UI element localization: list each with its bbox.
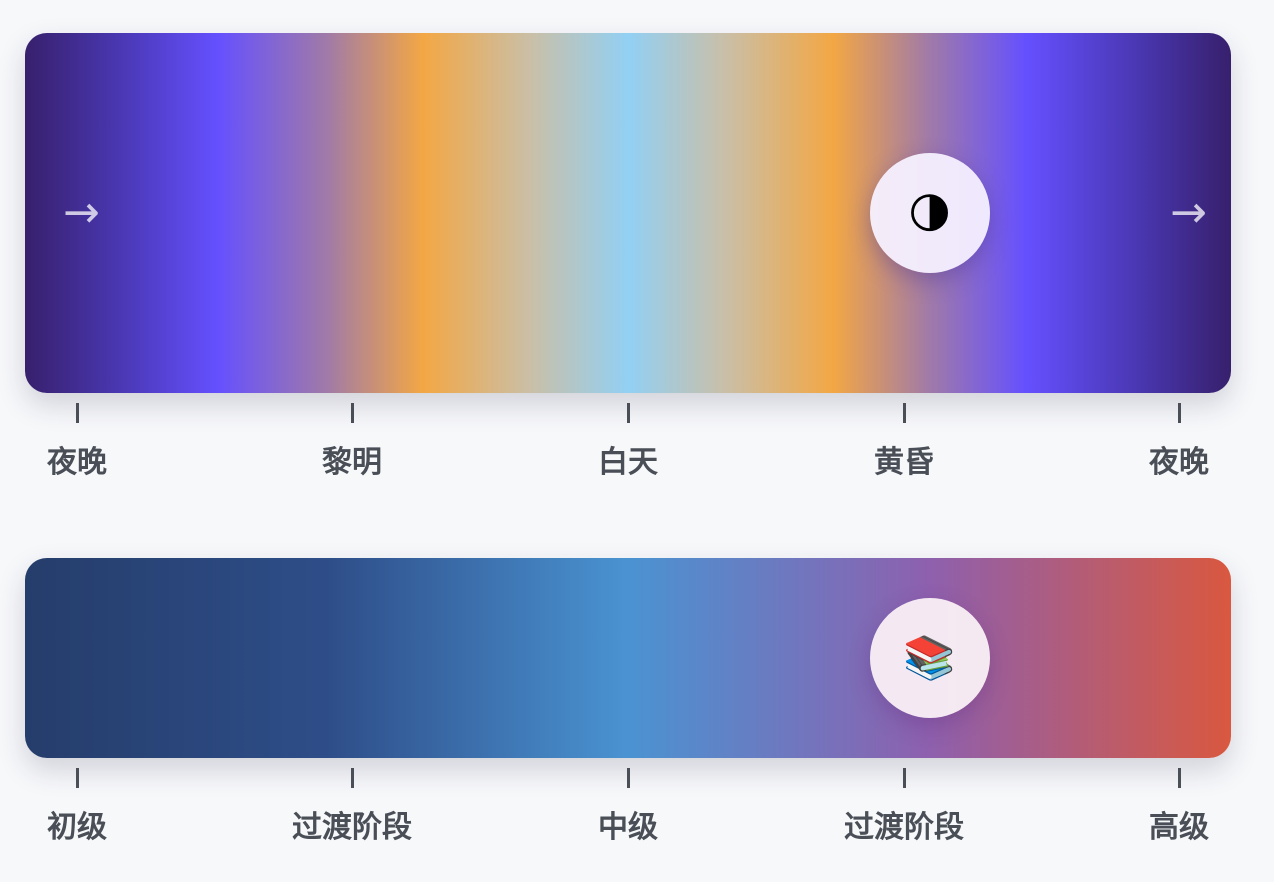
tick-label: 黎明	[322, 445, 382, 480]
tick-label: 夜晚	[47, 445, 107, 480]
tick-label: 夜晚	[1149, 445, 1209, 480]
tick-transition-1: 过渡阶段	[292, 768, 412, 846]
tick-mark	[626, 768, 630, 788]
tick-intermediate: 中级	[598, 768, 658, 846]
tick-night-end: 夜晚	[1149, 403, 1209, 481]
tick-mark	[75, 403, 79, 423]
tick-label: 中级	[598, 810, 658, 845]
tick-mark	[1177, 768, 1181, 788]
level-track[interactable]: 📚	[25, 558, 1231, 758]
level-slider[interactable]: 📚 初级 过渡阶段 中级 过渡阶段 高级	[25, 558, 1231, 848]
tick-mark	[902, 768, 906, 788]
tick-label: 初级	[47, 810, 107, 845]
day-cycle-thumb[interactable]: 🌗	[869, 153, 990, 273]
tick-label: 黄昏	[874, 445, 934, 480]
tick-dawn: 黎明	[322, 403, 382, 481]
tick-mark	[902, 403, 906, 423]
day-cycle-slider[interactable]: → 🌗 → 夜晚 黎明 白天 黄昏 夜晚	[25, 33, 1231, 483]
day-cycle-track[interactable]: → 🌗 →	[25, 33, 1231, 393]
tick-label: 过渡阶段	[292, 810, 412, 845]
tick-label: 白天	[598, 445, 658, 480]
tick-mark	[350, 403, 354, 423]
arrow-right-icon: →	[63, 187, 100, 238]
tick-transition-2: 过渡阶段	[844, 768, 964, 846]
tick-dusk: 黄昏	[874, 403, 934, 481]
tick-advanced: 高级	[1149, 768, 1209, 846]
tick-beginner: 初级	[47, 768, 107, 846]
tick-label: 高级	[1149, 810, 1209, 845]
arrow-right-icon: →	[1170, 187, 1207, 238]
level-thumb[interactable]: 📚	[869, 598, 990, 718]
tick-night-start: 夜晚	[47, 403, 107, 481]
tick-mark	[350, 768, 354, 788]
day-cycle-ticks: 夜晚 黎明 白天 黄昏 夜晚	[25, 393, 1231, 483]
tick-mark	[75, 768, 79, 788]
level-ticks: 初级 过渡阶段 中级 过渡阶段 高级	[25, 758, 1231, 848]
tick-label: 过渡阶段	[844, 810, 964, 845]
moon-icon: 🌗	[907, 188, 952, 238]
tick-day: 白天	[598, 403, 658, 481]
tick-mark	[1177, 403, 1181, 423]
tick-mark	[626, 403, 630, 423]
books-icon: 📚	[903, 633, 956, 682]
